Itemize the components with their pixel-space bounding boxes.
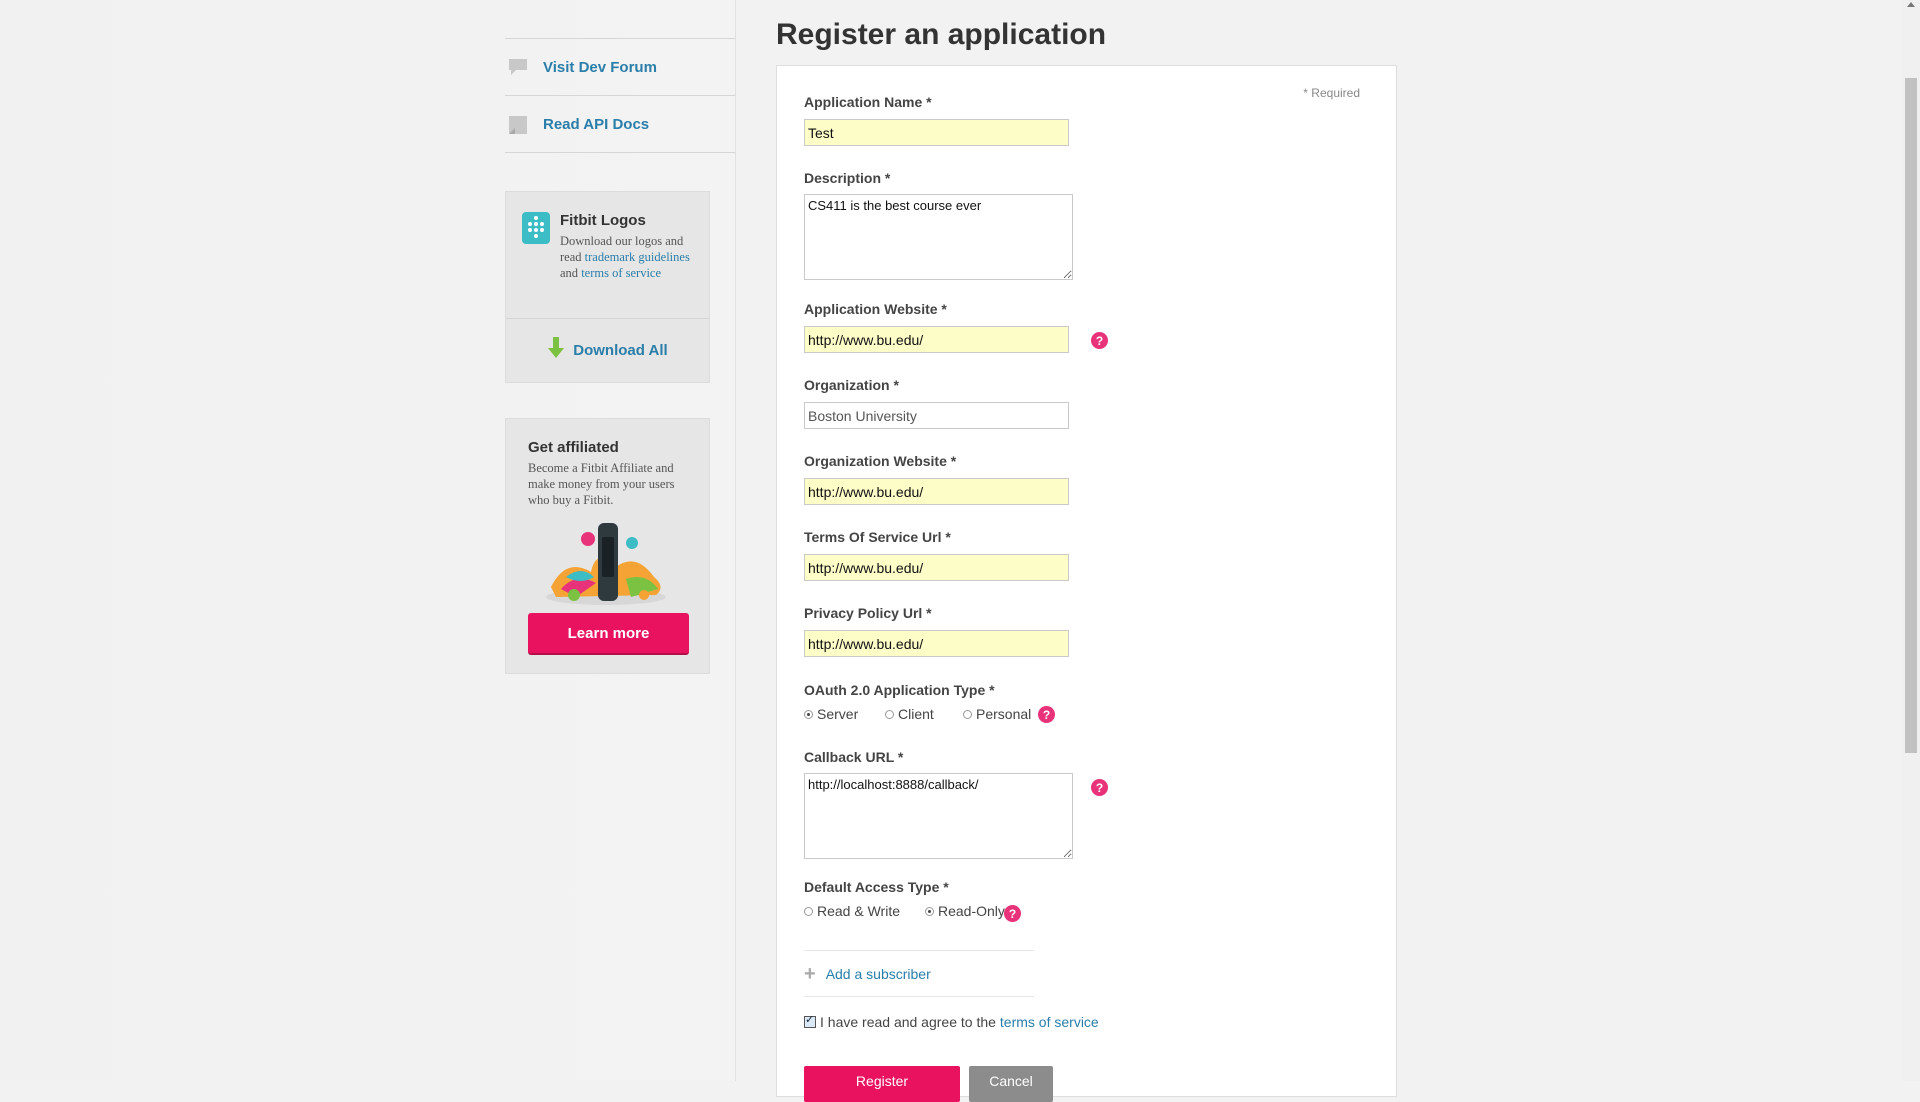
affiliate-box: Get affiliated Become a Fitbit Affiliate… [505,418,710,674]
cancel-button[interactable]: Cancel [969,1066,1053,1102]
fitbit-logos-box: Fitbit Logos Download our logos and read… [505,191,710,383]
field-app-website: Application Website * ? [804,301,1108,353]
field-org-website: Organization Website * [804,453,1069,505]
field-tos-url: Terms Of Service Url * [804,529,1069,581]
nav-item-api-docs[interactable]: Read API Docs [505,95,735,153]
add-subscriber-link[interactable]: + Add a subscriber [804,963,931,985]
radio-client[interactable]: Client [885,706,934,722]
description-textarea[interactable]: CS411 is the best course ever [804,194,1073,280]
field-oauth-type: OAuth 2.0 Application Type * Server Clie… [804,682,1204,728]
logos-title: Fitbit Logos [560,212,646,229]
callback-url-textarea[interactable]: http://localhost:8888/callback/ [804,773,1073,859]
left-sidebar: Visit Dev Forum Read API Docs Fitbit Log… [0,0,736,1081]
organization-input[interactable] [804,402,1069,429]
radio-server-label: Server [817,706,859,722]
trademark-guidelines-link[interactable]: trademark guidelines [585,250,690,264]
callback-url-label: Callback URL * [804,749,904,765]
help-icon[interactable]: ? [1091,779,1108,796]
tos-url-label: Terms Of Service Url * [804,529,951,545]
scroll-up-arrow-icon[interactable] [1907,2,1915,7]
divider [804,950,1034,951]
app-name-label: Application Name * [804,94,932,110]
fitbit-device-illustration [546,523,666,605]
privacy-url-input[interactable] [804,630,1069,657]
radio-server-dot[interactable] [804,709,813,719]
tos-url-input[interactable] [804,554,1069,581]
logos-description: Download our logos and read trademark gu… [560,233,693,281]
field-organization: Organization * [804,377,1069,429]
scrollbar-thumb[interactable] [1905,78,1917,753]
affiliate-title: Get affiliated [528,439,619,456]
radio-read-only[interactable]: Read-Only [925,903,1005,919]
field-privacy-url: Privacy Policy Url * [804,605,1069,657]
help-icon[interactable]: ? [1091,332,1108,349]
nav-label-api-docs: Read API Docs [543,115,650,133]
plus-icon: + [804,963,816,985]
privacy-url-label: Privacy Policy Url * [804,605,932,621]
speech-bubble-icon [507,57,529,77]
radio-read-write[interactable]: Read & Write [804,903,900,919]
agree-terms-checkbox[interactable] [804,1013,816,1028]
document-icon [507,114,529,134]
app-website-label: Application Website * [804,301,947,317]
download-all-label: Download All [573,342,668,359]
org-website-label: Organization Website * [804,453,957,469]
radio-server[interactable]: Server [804,706,858,722]
radio-personal-dot[interactable] [963,709,972,719]
register-button[interactable]: Register [804,1066,960,1102]
nav-label-dev-forum: Visit Dev Forum [543,58,657,76]
add-subscriber-label: Add a subscriber [825,966,931,982]
sidebar-nav: Visit Dev Forum Read API Docs [505,38,735,153]
field-access-type: Default Access Type * Read & Write Read-… [804,879,1204,925]
help-icon[interactable]: ? [1004,905,1021,922]
field-callback-url: Callback URL * http://localhost:8888/cal… [804,749,1108,859]
field-description: Description * CS411 is the best course e… [804,170,1073,280]
radio-client-label: Client [898,706,934,722]
download-all-button[interactable]: Download All [506,318,709,382]
organization-label: Organization * [804,377,899,393]
description-label: Description * [804,170,891,186]
access-type-label: Default Access Type * [804,879,949,895]
field-app-name: Application Name * [804,94,1069,146]
radio-personal[interactable]: Personal [963,706,1031,722]
agree-terms-row: I have read and agree to the terms of se… [804,1013,1099,1030]
terms-of-service-link[interactable]: terms of service [581,266,661,280]
vertical-scrollbar[interactable] [1902,0,1920,1081]
radio-client-dot[interactable] [885,709,894,719]
app-name-input[interactable] [804,119,1069,146]
fitbit-logo-icon [522,212,550,244]
affiliate-text: Become a Fitbit Affiliate and make money… [528,461,675,507]
register-app-form: * Required Application Name * Descriptio… [776,65,1397,1102]
org-website-input[interactable] [804,478,1069,505]
agree-terms-link[interactable]: terms of service [1000,1014,1099,1030]
page-title: Register an application [776,18,1107,51]
radio-read-only-dot[interactable] [925,906,934,916]
agree-terms-text: I have read and agree to the [820,1014,996,1030]
divider [804,996,1034,997]
help-icon[interactable]: ? [1038,706,1055,723]
radio-read-only-label: Read-Only [938,903,1005,919]
radio-read-write-dot[interactable] [804,906,813,916]
learn-more-button[interactable]: Learn more [528,613,689,655]
radio-read-write-label: Read & Write [817,903,900,919]
nav-item-dev-forum[interactable]: Visit Dev Forum [505,38,735,95]
oauth-type-label: OAuth 2.0 Application Type * [804,682,995,698]
radio-personal-label: Personal [976,706,1032,722]
required-note: * Required [1303,86,1360,100]
download-arrow-icon [547,337,565,364]
logos-text-and: and [560,266,582,280]
app-website-input[interactable] [804,326,1069,353]
